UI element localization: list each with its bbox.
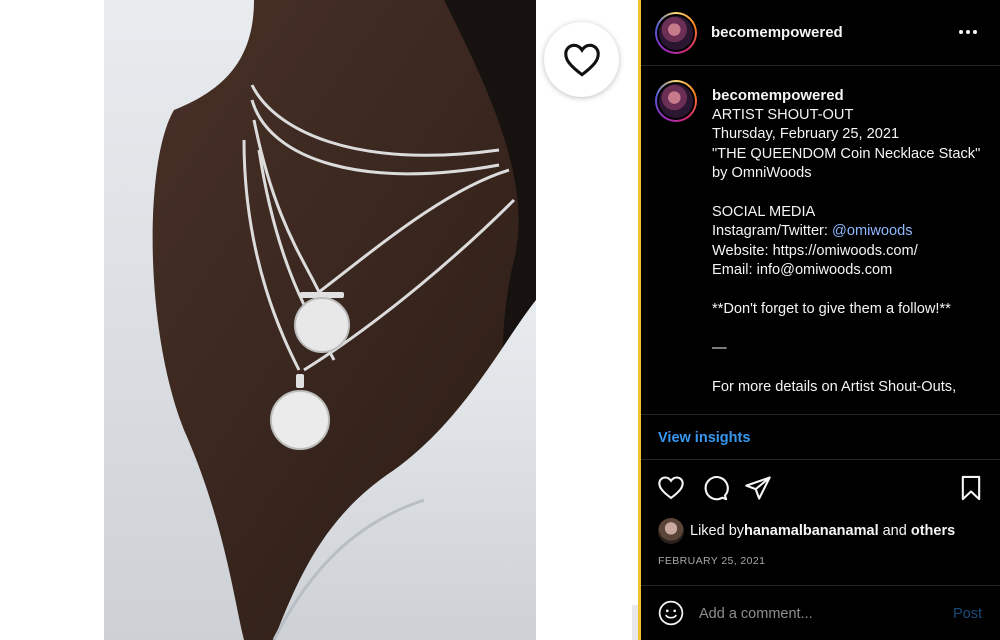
paper-plane-icon [745,476,771,500]
caption-line: "THE QUEENDOM Coin Necklace Stack" [712,145,981,162]
caption-line: by OmniWoods [712,165,812,182]
caption-website-line: Website: https://omiwoods.com/ [712,242,918,259]
heart-icon [563,43,600,77]
bookmark-icon [961,475,981,501]
post-media-area [0,0,640,640]
post-photo-necklaces[interactable] [104,0,536,640]
more-horizontal-icon [959,30,977,34]
comment-button[interactable] [701,474,729,502]
post-caption: ARTIST SHOUT-OUT Thursday, February 25, 2… [712,106,982,397]
liked-prefix: Liked by [690,523,745,539]
comment-bar: Post [641,585,1000,640]
like-overlay-button[interactable] [544,22,619,97]
caption-more-line: For more details on Artist Shout-Outs, [712,378,957,395]
caption-line: ARTIST SHOUT-OUT [712,107,854,123]
comment-icon [704,476,729,501]
liker-username[interactable]: hanamalbananamal [744,523,879,539]
caption-email-line: Email: info@omiwoods.com [712,262,893,279]
caption-line: SOCIAL MEDIA [712,204,816,221]
smiley-icon [658,600,684,626]
insights-bar: View insights [641,414,1000,460]
author-username[interactable]: becomempowered [711,24,843,41]
share-button[interactable] [744,474,772,502]
view-insights-link[interactable]: View insights [658,430,750,446]
caption-dash-line: — [712,339,727,356]
post-date[interactable]: FEBRUARY 25, 2021 [658,555,765,567]
comment-input[interactable] [699,602,929,626]
post-detail-panel: becomempowered becomempowered ARTIST SHO… [641,0,1000,640]
author-avatar[interactable] [655,12,697,54]
like-button[interactable] [657,474,685,502]
liker-avatar[interactable] [658,518,684,544]
post-comment-button[interactable]: Post [953,606,982,622]
post-header: becomempowered [641,0,1000,66]
likes-others-link[interactable]: others [911,523,955,539]
save-button[interactable] [957,474,985,502]
more-options-button[interactable] [956,22,980,42]
emoji-button[interactable] [658,600,684,626]
caption-scroll-area[interactable]: becomempowered ARTIST SHOUT-OUT Thursday,… [641,67,1000,414]
necklace-photo-image [104,0,536,640]
caption-author-username[interactable]: becomempowered [712,87,844,104]
social-prefix: Instagram/Twitter: [712,223,833,240]
caption-line [712,184,982,203]
post-actions [641,472,1000,506]
likes-summary: Liked by hanamalbananamal and others [658,517,955,545]
caption-line: Thursday, February 25, 2021 [712,126,900,143]
caption-social-line: Instagram/Twitter: @omiwoods [712,222,982,241]
caption-follow-line: **Don't forget to give them a follow!** [712,301,951,318]
mention-link[interactable]: @omiwoods [832,223,913,239]
heart-outline-icon [658,476,684,500]
caption-author-avatar[interactable] [655,80,697,122]
liked-and: and [878,523,911,539]
